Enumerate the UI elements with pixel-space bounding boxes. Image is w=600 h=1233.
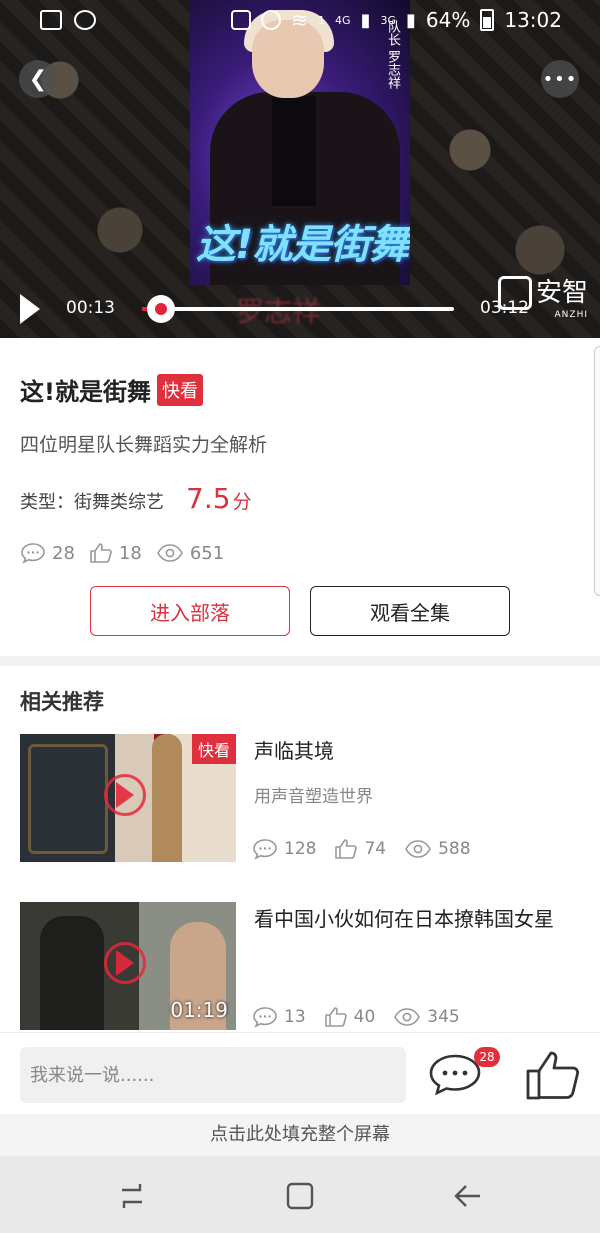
related-thumbnail[interactable]: 快看 [20,734,236,862]
network-badge-4g: 4G [335,13,351,27]
clock: 13:02 [504,8,562,32]
play-icon[interactable] [20,294,40,324]
signal-icon-1: ▮ [360,9,371,31]
poster-figure-shirt [272,96,316,206]
video-player[interactable]: 队长 罗志祥 这!就是街舞 罗志祥 ≋ 1 4G ▮ 3G ▮ 64% 13:0… [0,0,600,338]
play-overlay-icon [116,782,134,808]
view-count: 588 [438,839,471,859]
chevron-left-icon: ❮ [28,66,48,92]
related-title: 看中国小伙如何在日本撩韩国女星 [254,907,554,931]
comment-icon [21,543,45,564]
status-bar: ≋ 1 4G ▮ 3G ▮ 64% 13:02 [0,0,600,42]
thumbs-up-icon[interactable] [524,1049,582,1101]
total-time: 03:12 [480,298,529,318]
related-item[interactable]: 01:19 看中国小伙如何在日本撩韩国女星 13 40 345 [20,902,580,1030]
home-icon[interactable] [282,1178,318,1214]
video-poster: 队长 罗志祥 这!就是街舞 [190,0,410,285]
related-badge: 快看 [191,734,236,764]
eye-icon [394,1008,421,1026]
seek-bar-thumb[interactable] [146,295,175,323]
comment-count: 128 [284,839,317,859]
section-divider [0,656,600,666]
show-info: 这!就是街舞 快看 四位明星队长舞蹈实力全解析 类型：街舞类综艺 7.5 分 2… [0,338,600,658]
view-count: 345 [427,1007,460,1027]
view-stat: 345 [393,1006,460,1028]
like-stat: 40 [324,1006,376,1028]
related-stats: 13 40 345 [252,1006,460,1028]
more-button[interactable]: ••• [541,60,579,98]
back-button[interactable]: ❮ [19,60,57,98]
like-count: 40 [353,1007,376,1027]
back-nav-icon[interactable] [450,1178,486,1214]
comment-count: 13 [284,1007,306,1027]
like-stat[interactable]: 18 [89,542,142,564]
related-title: 声临其境 [254,739,334,763]
gallery-icon [40,10,62,30]
network-badge-3g: 3G [380,13,396,27]
side-drawer-handle[interactable] [594,346,600,596]
thumbnail-art-person [152,734,182,862]
eye-icon [405,840,432,858]
thumbs-up-icon [90,543,112,563]
nfc-icon [231,10,252,30]
browser-icon [74,10,96,30]
thumbs-up-icon [324,1007,347,1027]
battery-icon [480,9,495,31]
view-stat: 651 [156,543,224,564]
wifi-icon: ≋ [291,8,309,32]
comment-count-badge: 28 [474,1047,500,1067]
view-count: 651 [189,542,225,564]
signal-icon-2: ▮ [406,9,416,31]
related-subtitle: 用声音塑造世界 [254,787,373,807]
show-score-unit: 分 [232,491,252,513]
like-count: 74 [364,839,387,859]
show-title: 这!就是街舞 [20,378,151,406]
system-nav-bar [0,1156,600,1233]
show-type: 类型：街舞类综艺 [20,492,164,513]
seek-bar[interactable] [142,295,454,323]
related-thumbnail[interactable]: 01:19 [20,902,236,1030]
thumbnail-art-man [40,916,104,1030]
more-dots-icon: ••• [542,68,578,90]
comment-icon [253,839,277,860]
show-stats: 28 18 651 [20,542,224,564]
view-stat: 588 [404,838,471,860]
fill-screen-hint[interactable]: 点击此处填充整个屏幕 [0,1114,600,1156]
show-score: 7.5 [186,482,231,515]
thumbnail-art-sign [28,744,108,854]
related-stats: 128 74 588 [252,838,471,860]
like-count: 18 [118,542,142,564]
comment-icon [253,1007,277,1028]
play-overlay-icon [116,950,134,976]
related-heading: 相关推荐 [20,690,104,714]
playback-controls: 00:13 03:12 [0,286,600,330]
enter-tribe-button[interactable]: 进入部落 [90,586,290,636]
eye-icon [156,544,183,562]
comment-stat[interactable]: 28 [20,542,75,564]
video-duration: 01:19 [170,998,228,1022]
related-item[interactable]: 快看 声临其境 用声音塑造世界 128 74 588 [20,734,580,862]
comment-input[interactable] [20,1047,406,1103]
like-stat: 74 [334,838,386,860]
quick-watch-badge: 快看 [156,373,203,406]
battery-percent: 64% [425,8,471,32]
poster-logo: 这!就是街舞 [196,222,409,268]
comment-bar: 28 [0,1032,600,1114]
sim-indicator: 1 [318,13,326,27]
show-subtitle: 四位明星队长舞蹈实力全解析 [20,434,268,456]
comment-stat: 128 [252,838,316,860]
comment-stat: 13 [252,1006,306,1028]
thumbs-up-icon [335,839,358,859]
alarm-icon [261,10,282,30]
comment-count: 28 [52,542,75,564]
current-time: 00:13 [66,298,115,318]
recent-apps-icon[interactable] [114,1178,150,1214]
watch-all-button[interactable]: 观看全集 [310,586,510,636]
